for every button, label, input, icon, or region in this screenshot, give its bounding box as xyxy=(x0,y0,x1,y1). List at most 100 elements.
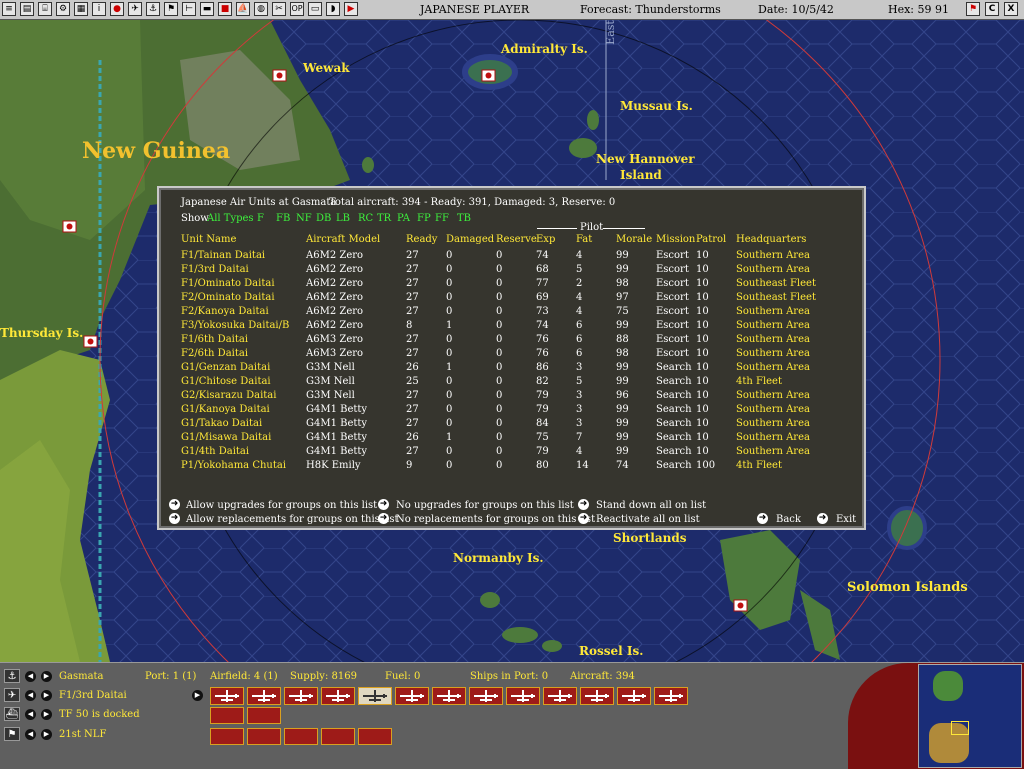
allow-upgrades-arrow-icon[interactable]: ➜ xyxy=(169,499,180,510)
table-cell-mission[interactable]: Search xyxy=(656,376,692,387)
back-button[interactable]: Back xyxy=(776,514,801,525)
table-cell-unit-name[interactable]: G1/Genzan Daitai xyxy=(181,362,270,373)
next-ground-icon[interactable]: ▶ xyxy=(41,729,52,740)
taskforce-icon[interactable]: ⛴ xyxy=(4,707,20,721)
no-replacements-button[interactable]: No replacements for groups on this list xyxy=(396,514,595,525)
table-cell-headquarters[interactable]: Southern Area xyxy=(736,264,810,275)
ground-icon[interactable]: ⊢ xyxy=(182,2,196,16)
air-unit-plane-icon[interactable] xyxy=(543,687,577,705)
exit-button[interactable]: Exit xyxy=(836,514,856,525)
selected-air-unit[interactable]: F1/3rd Daitai xyxy=(59,690,127,701)
ground-unit-icon-1[interactable] xyxy=(210,728,244,745)
no-upgrades-button[interactable]: No upgrades for groups on this list xyxy=(396,500,574,511)
sub-icon[interactable]: ◗ xyxy=(326,2,340,16)
table-cell-headquarters[interactable]: Southern Area xyxy=(736,320,810,331)
ship-unit-icon-2[interactable] xyxy=(247,707,281,724)
table-cell-unit-name[interactable]: F1/6th Daitai xyxy=(181,334,248,345)
column-header-morale[interactable]: Morale xyxy=(616,234,652,245)
air-unit-plane-icon[interactable] xyxy=(432,687,466,705)
column-header-unit-name[interactable]: Unit Name xyxy=(181,234,236,245)
exit-arrow-icon[interactable]: ➜ xyxy=(817,513,828,524)
minimap[interactable] xyxy=(918,664,1022,768)
tools-icon[interactable]: ✂ xyxy=(272,2,286,16)
filter-rc[interactable]: RC xyxy=(358,213,373,224)
prev-unit-icon[interactable]: ◀ xyxy=(25,690,36,701)
air-unit-plane-icon[interactable] xyxy=(654,687,688,705)
table-cell-headquarters[interactable]: Southern Area xyxy=(736,390,810,401)
filter-tb[interactable]: TB xyxy=(457,213,471,224)
table-cell-mission[interactable]: Escort xyxy=(656,292,689,303)
air-unit-plane-icon[interactable] xyxy=(210,687,244,705)
air-unit-plane-icon[interactable] xyxy=(617,687,651,705)
table-cell-mission[interactable]: Search xyxy=(656,432,692,443)
table-cell-mission[interactable]: Escort xyxy=(656,306,689,317)
table-cell-mission[interactable]: Search xyxy=(656,418,692,429)
table-cell-mission[interactable]: Escort xyxy=(656,348,689,359)
filter-nf[interactable]: NF xyxy=(296,213,312,224)
table-cell-unit-name[interactable]: F1/Tainan Daitai xyxy=(181,250,265,261)
rising-sun-icon[interactable]: ● xyxy=(110,2,124,16)
ship-icon[interactable]: ⚓ xyxy=(146,2,160,16)
reactivate-arrow-icon[interactable]: ➜ xyxy=(578,513,589,524)
column-header-patrol[interactable]: Patrol xyxy=(696,234,726,245)
next-base-icon[interactable]: ▶ xyxy=(41,671,52,682)
table-cell-mission[interactable]: Search xyxy=(656,362,692,373)
prev-base-icon[interactable]: ◀ xyxy=(25,671,36,682)
table-cell-headquarters[interactable]: Southeast Fleet xyxy=(736,292,816,303)
filter-pa[interactable]: PA xyxy=(397,213,410,224)
filter-ff[interactable]: FF xyxy=(435,213,449,224)
filter-f[interactable]: F xyxy=(257,213,264,224)
table-cell-mission[interactable]: Search xyxy=(656,446,692,457)
column-header-mission[interactable]: Mission xyxy=(656,234,695,245)
end-turn-icon[interactable]: ▶ xyxy=(344,2,358,16)
filter-lb[interactable]: LB xyxy=(336,213,350,224)
table-cell-headquarters[interactable]: Southern Area xyxy=(736,334,810,345)
close-icon[interactable]: X xyxy=(1004,2,1018,16)
flag-right-icon[interactable]: ⚑ xyxy=(966,2,980,16)
minimap-viewport[interactable] xyxy=(951,721,969,735)
stand-down-button[interactable]: Stand down all on list xyxy=(596,500,706,511)
table-cell-headquarters[interactable]: Southern Area xyxy=(736,418,810,429)
filter-fb[interactable]: FB xyxy=(276,213,290,224)
menu-icon[interactable]: ≡ xyxy=(2,2,16,16)
filter-db[interactable]: DB xyxy=(316,213,331,224)
ground-unit-icon-4[interactable] xyxy=(321,728,355,745)
table-cell-mission[interactable]: Escort xyxy=(656,320,689,331)
bomber-icon[interactable]: ▬ xyxy=(200,2,214,16)
op-icon[interactable]: OP xyxy=(290,2,304,16)
no-replacements-arrow-icon[interactable]: ➜ xyxy=(378,513,389,524)
table-cell-unit-name[interactable]: F2/6th Daitai xyxy=(181,348,248,359)
table-cell-mission[interactable]: Escort xyxy=(656,334,689,345)
stand-down-arrow-icon[interactable]: ➜ xyxy=(578,499,589,510)
next-tf-icon[interactable]: ▶ xyxy=(41,709,52,720)
allow-replacements-button[interactable]: Allow replacements for groups on this li… xyxy=(186,514,399,525)
info-i-icon[interactable]: i xyxy=(92,2,106,16)
save-icon[interactable]: ▤ xyxy=(20,2,34,16)
table-cell-unit-name[interactable]: G1/Takao Daitai xyxy=(181,418,262,429)
taskforce-status[interactable]: TF 50 is docked xyxy=(59,709,140,720)
column-header-reserve[interactable]: Reserve xyxy=(496,234,537,245)
ground-unit-icon-5[interactable] xyxy=(358,728,392,745)
color-icon[interactable]: ■ xyxy=(218,2,232,16)
c-icon[interactable]: C xyxy=(985,2,999,16)
intel-icon[interactable]: ▭ xyxy=(308,2,322,16)
air-unit-plane-icon[interactable] xyxy=(469,687,503,705)
table-cell-mission[interactable]: Escort xyxy=(656,250,689,261)
air-unit-plane-icon[interactable] xyxy=(284,687,318,705)
filter-fp[interactable]: FP xyxy=(417,213,431,224)
table-cell-mission[interactable]: Escort xyxy=(656,278,689,289)
air-unit-plane-icon[interactable] xyxy=(358,687,392,705)
table-cell-unit-name[interactable]: F2/Kanoya Daitai xyxy=(181,306,269,317)
air-unit-plane-icon[interactable] xyxy=(247,687,281,705)
no-upgrades-arrow-icon[interactable]: ➜ xyxy=(378,499,389,510)
table-cell-headquarters[interactable]: Southern Area xyxy=(736,446,810,457)
air-unit-forward-icon[interactable]: ▶ xyxy=(192,690,203,701)
table-cell-headquarters[interactable]: Southern Area xyxy=(736,348,810,359)
fleet-icon[interactable]: ⛵ xyxy=(236,2,250,16)
info-icon[interactable]: ▦ xyxy=(74,2,88,16)
flag-icon[interactable]: ⚑ xyxy=(164,2,178,16)
table-cell-mission[interactable]: Escort xyxy=(656,264,689,275)
plane-unit-icon[interactable]: ✈ xyxy=(4,688,20,702)
reactivate-button[interactable]: Reactivate all on list xyxy=(596,514,700,525)
ground-unit[interactable]: 21st NLF xyxy=(59,729,106,740)
